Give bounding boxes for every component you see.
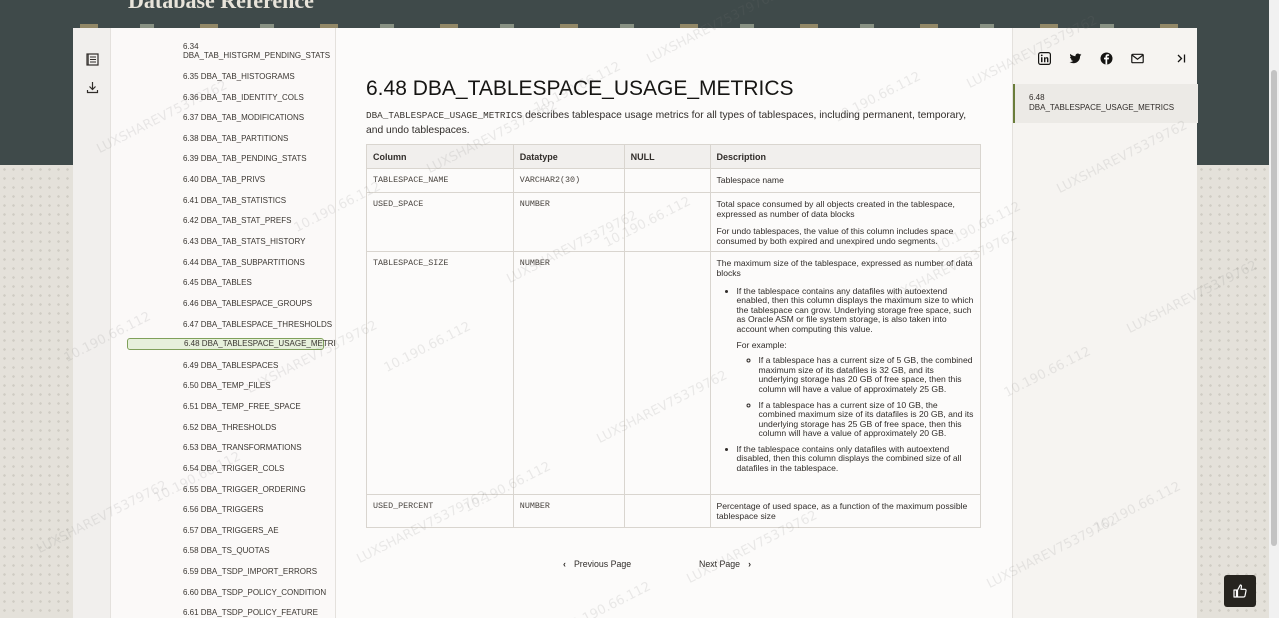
toc-item-6-53[interactable]: 6.53 DBA_TRANSFORMATIONS bbox=[183, 443, 302, 453]
bullet-list: If the tablespace contains any datafiles… bbox=[736, 285, 975, 474]
toc-item-6-41[interactable]: 6.41 DBA_TAB_STATISTICS bbox=[183, 196, 286, 206]
bullet-text: If the tablespace contains any datafiles… bbox=[736, 285, 974, 334]
facebook-icon[interactable] bbox=[1100, 52, 1114, 66]
toc-item-6-55[interactable]: 6.55 DBA_TRIGGER_ORDERING bbox=[183, 485, 306, 495]
cell-datatype: NUMBER bbox=[512, 494, 625, 528]
toc-list-icon[interactable] bbox=[83, 50, 101, 68]
list-item: If the tablespace contains any datafiles… bbox=[736, 285, 975, 439]
toc-item-6-61[interactable]: 6.61 DBA_TSDP_POLICY_FEATURE bbox=[183, 608, 318, 618]
toc-item-6-58[interactable]: 6.58 DBA_TS_QUOTAS bbox=[183, 546, 270, 556]
cell-column: TABLESPACE_NAME bbox=[366, 168, 514, 193]
on-page-toc-item[interactable]: 6.48 DBA_TABLESPACE_USAGE_METRICS bbox=[1013, 84, 1198, 123]
cell-null bbox=[623, 494, 711, 528]
sub-bullet-list: If a tablespace has a current size of 5 … bbox=[759, 355, 975, 439]
main-content: 6.48 DBA_TABLESPACE_USAGE_METRICS DBA_TA… bbox=[336, 28, 1012, 618]
toc-item-6-40[interactable]: 6.40 DBA_TAB_PRIVS bbox=[183, 175, 265, 185]
intro-paragraph: DBA_TABLESPACE_USAGE_METRICS describes t… bbox=[366, 108, 986, 138]
toc-item-6-57[interactable]: 6.57 DBA_TRIGGERS_AE bbox=[183, 526, 279, 536]
list-item: If a tablespace has a current size of 10… bbox=[759, 400, 975, 439]
toc-item-6-54[interactable]: 6.54 DBA_TRIGGER_COLS bbox=[183, 464, 284, 474]
toc-item-6-38[interactable]: 6.38 DBA_TAB_PARTITIONS bbox=[183, 134, 288, 144]
collapse-panel-icon[interactable] bbox=[1176, 52, 1190, 66]
cell-column: USED_PERCENT bbox=[366, 494, 514, 528]
toc-item-6-48-active[interactable]: 6.48 DBA_TABLESPACE_USAGE_METRICS bbox=[127, 338, 335, 350]
page-scrollbar[interactable] bbox=[1269, 0, 1279, 618]
next-page-link[interactable]: Next Page › bbox=[699, 559, 751, 569]
toc-item-6-44[interactable]: 6.44 DBA_TAB_SUBPARTITIONS bbox=[183, 258, 305, 268]
email-icon[interactable] bbox=[1131, 52, 1145, 66]
table-header-row: Column Datatype NULL Description bbox=[366, 144, 981, 169]
cell-description: Tablespace name bbox=[709, 168, 981, 193]
toc-item-6-39[interactable]: 6.39 DBA_TAB_PENDING_STATS bbox=[183, 154, 307, 164]
next-page-label: Next Page bbox=[699, 559, 741, 569]
cell-description: Percentage of used space, as a function … bbox=[709, 494, 981, 528]
header-column: Column bbox=[366, 144, 514, 169]
thumbs-up-icon bbox=[1233, 584, 1247, 598]
toc-item-6-36[interactable]: 6.36 DBA_TAB_IDENTITY_COLS bbox=[183, 93, 304, 103]
cell-description: Total space consumed by all objects crea… bbox=[709, 191, 981, 253]
on-page-toc-label: DBA_TABLESPACE_USAGE_METRICS bbox=[1029, 103, 1175, 112]
right-panel: 6.48 DBA_TABLESPACE_USAGE_METRICS bbox=[1012, 28, 1198, 618]
columns-table: Column Datatype NULL Description TABLESP… bbox=[366, 144, 981, 528]
book-title: Database Reference bbox=[128, 0, 314, 13]
table-of-contents: 6.34 DBA_TAB_HISTGRM_PENDING_STATS 6.35 … bbox=[111, 28, 336, 618]
on-page-toc-number: 6.48 bbox=[1029, 93, 1045, 102]
toc-item-6-56[interactable]: 6.56 DBA_TRIGGERS bbox=[183, 505, 263, 515]
cell-column: TABLESPACE_SIZE bbox=[366, 251, 514, 496]
table-row: USED_PERCENT NUMBER Percentage of used s… bbox=[366, 494, 981, 528]
list-item: If a tablespace has a current size of 5 … bbox=[759, 355, 975, 394]
linkedin-icon[interactable] bbox=[1038, 52, 1052, 66]
toc-item-6-47[interactable]: 6.47 DBA_TABLESPACE_THRESHOLDS bbox=[183, 320, 332, 330]
intro-code: DBA_TABLESPACE_USAGE_METRICS bbox=[366, 110, 523, 121]
cell-null bbox=[623, 168, 711, 193]
table-row: TABLESPACE_NAME VARCHAR2(30) Tablespace … bbox=[366, 168, 981, 193]
document-card: 6.34 DBA_TAB_HISTGRM_PENDING_STATS 6.35 … bbox=[73, 28, 1198, 618]
toc-item-6-35[interactable]: 6.35 DBA_TAB_HISTOGRAMS bbox=[183, 72, 295, 82]
for-example-label: For example: bbox=[736, 339, 787, 350]
desc-paragraph: For undo tablespaces, the value of this … bbox=[716, 226, 954, 246]
page-title: 6.48 DBA_TABLESPACE_USAGE_METRICS bbox=[366, 77, 794, 100]
toc-item-6-50[interactable]: 6.50 DBA_TEMP_FILES bbox=[183, 381, 271, 391]
feedback-button[interactable] bbox=[1224, 575, 1256, 607]
header-datatype: Datatype bbox=[512, 144, 625, 169]
cell-datatype: NUMBER bbox=[512, 191, 625, 253]
cell-null bbox=[623, 251, 711, 496]
toc-item-6-37[interactable]: 6.37 DBA_TAB_MODIFICATIONS bbox=[183, 113, 304, 123]
desc-paragraph: Total space consumed by all objects crea… bbox=[716, 199, 955, 219]
cell-null bbox=[623, 191, 711, 253]
previous-page-link[interactable]: ‹ Previous Page bbox=[563, 559, 631, 569]
chevron-left-icon: ‹ bbox=[563, 559, 566, 569]
scrollbar-thumb[interactable] bbox=[1271, 70, 1277, 546]
cell-datatype: VARCHAR2(30) bbox=[512, 168, 625, 193]
toc-item-6-46[interactable]: 6.46 DBA_TABLESPACE_GROUPS bbox=[183, 299, 312, 309]
toc-item-6-34[interactable]: DBA_TAB_HISTGRM_PENDING_STATS bbox=[183, 51, 330, 61]
desc-paragraph: The maximum size of the tablespace, expr… bbox=[716, 258, 973, 278]
header-null: NULL bbox=[623, 144, 711, 169]
left-rail bbox=[73, 28, 111, 618]
toc-item-6-49[interactable]: 6.49 DBA_TABLESPACES bbox=[183, 361, 278, 371]
list-item: If the tablespace contains only datafile… bbox=[737, 444, 975, 474]
toc-item-6-60[interactable]: 6.60 DBA_TSDP_POLICY_CONDITION bbox=[183, 588, 326, 598]
table-row: USED_SPACE NUMBER Total space consumed b… bbox=[366, 191, 981, 253]
toc-item-6-52[interactable]: 6.52 DBA_THRESHOLDS bbox=[183, 423, 276, 433]
chevron-right-icon: › bbox=[748, 559, 752, 569]
twitter-icon[interactable] bbox=[1069, 52, 1083, 66]
cell-column: USED_SPACE bbox=[366, 191, 514, 253]
toc-item-6-59[interactable]: 6.59 DBA_TSDP_IMPORT_ERRORS bbox=[183, 567, 317, 577]
toc-item-6-42[interactable]: 6.42 DBA_TAB_STAT_PREFS bbox=[183, 216, 291, 226]
download-icon[interactable] bbox=[83, 78, 101, 96]
previous-page-label: Previous Page bbox=[573, 559, 632, 569]
table-row: TABLESPACE_SIZE NUMBER The maximum size … bbox=[366, 251, 981, 496]
cell-description: The maximum size of the tablespace, expr… bbox=[709, 251, 981, 496]
header-description: Description bbox=[709, 144, 981, 169]
toc-item-6-51[interactable]: 6.51 DBA_TEMP_FREE_SPACE bbox=[183, 402, 301, 412]
toc-item-6-43[interactable]: 6.43 DBA_TAB_STATS_HISTORY bbox=[183, 237, 305, 247]
toc-item-6-45[interactable]: 6.45 DBA_TABLES bbox=[183, 278, 252, 288]
cell-datatype: NUMBER bbox=[512, 251, 625, 496]
